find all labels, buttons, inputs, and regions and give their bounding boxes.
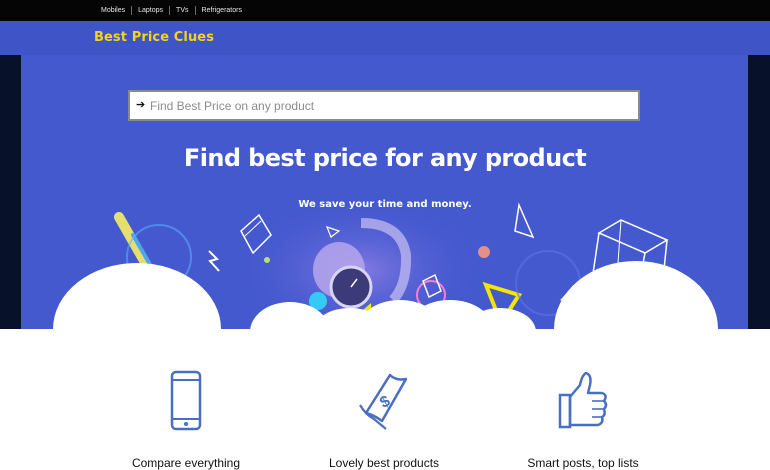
feature-label-compare: Compare everything bbox=[131, 456, 241, 470]
arrow-right-icon: ➔ bbox=[136, 99, 146, 111]
search-input[interactable] bbox=[150, 96, 630, 116]
feature-label-products: Lovely best products bbox=[328, 456, 440, 470]
nav-item-laptops[interactable]: Laptops bbox=[131, 6, 169, 15]
feature-label-posts: Smart posts, top lists bbox=[527, 456, 639, 470]
feature-products: $ Lovely best products bbox=[294, 329, 474, 470]
feature-compare: Compare everything bbox=[96, 329, 276, 470]
hero-title: Find best price for any product bbox=[183, 144, 587, 172]
cloud-divider bbox=[53, 261, 718, 340]
feature-posts: Smart posts, top lists bbox=[493, 329, 673, 470]
product-search-box[interactable]: ➔ bbox=[128, 90, 640, 121]
top-navigation-bar: Mobiles Laptops TVs Refrigerators bbox=[0, 0, 770, 21]
features-section: Compare everything $ Lovely best product… bbox=[0, 329, 770, 470]
hero-subtitle: We save your time and money. bbox=[298, 199, 472, 210]
nav-item-tvs[interactable]: TVs bbox=[169, 6, 194, 15]
nav-item-mobiles[interactable]: Mobiles bbox=[95, 6, 131, 15]
svg-text:$: $ bbox=[377, 393, 393, 412]
nav-item-refrigerators[interactable]: Refrigerators bbox=[194, 6, 248, 15]
smartphone-icon bbox=[170, 370, 202, 431]
thumbs-up-icon bbox=[558, 371, 608, 429]
site-header: Best Price Clues bbox=[0, 21, 770, 55]
site-logo[interactable]: Best Price Clues bbox=[94, 30, 214, 45]
category-nav: Mobiles Laptops TVs Refrigerators bbox=[0, 0, 770, 21]
dollar-bill-icon: $ bbox=[359, 373, 408, 430]
